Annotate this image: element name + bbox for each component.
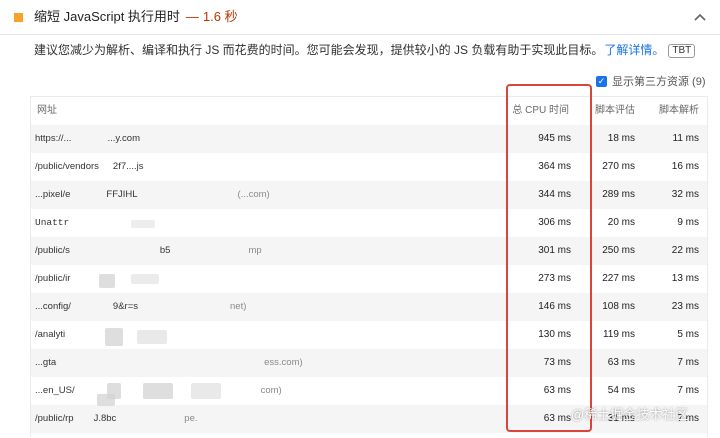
row-eval: 250 ms	[602, 245, 635, 256]
table-row: ...gta ess.com) 73 ms 63 ms 7 ms	[31, 349, 707, 377]
row-parse: 23 ms	[671, 301, 699, 312]
table-row: ...pixel/e FFJIHL (...com) 344 ms 289 ms 3…	[31, 181, 707, 209]
tbt-badge: TBT	[668, 44, 696, 58]
redaction-blur	[107, 383, 121, 399]
row-url[interactable]: ...pixel/e FFJIHL (...com)	[35, 181, 270, 209]
row-url[interactable]: /public/s b5 mp	[35, 237, 262, 265]
audit-header[interactable]: 缩短 JavaScript 执行用时 —1.6 秒	[0, 0, 720, 35]
row-eval: 54 ms	[607, 385, 635, 396]
checkbox-checked-icon[interactable]: ✓	[596, 76, 607, 87]
row-parse: 13 ms	[671, 273, 699, 284]
row-eval: 119 ms	[602, 329, 635, 340]
table-row: /public/s b5 mp 301 ms 250 ms 22 ms	[31, 237, 707, 265]
watermark: @稀土掘金技术社区	[571, 407, 689, 422]
table-row: https://... ...y.com 945 ms 18 ms 11 ms	[31, 125, 707, 153]
row-eval: 63 ms	[607, 357, 635, 368]
row-parse: 22 ms	[671, 245, 699, 256]
row-url[interactable]: /public/ir	[35, 265, 70, 293]
table-row: ...config/9&r=s net) 146 ms 108 ms 23 ms	[31, 293, 707, 321]
row-url[interactable]: https://... ...y.com	[35, 125, 140, 153]
table-row: /analyti 130 ms 119 ms 5 ms	[31, 321, 707, 349]
header-url: 网址	[37, 105, 57, 116]
audit-title-line: 缩短 JavaScript 执行用时 —1.6 秒	[34, 9, 238, 25]
audit-separator: —	[185, 9, 199, 24]
redaction-blur	[143, 383, 173, 399]
row-eval: 108 ms	[602, 301, 635, 312]
row-url[interactable]: Unattr	[35, 209, 69, 237]
row-url[interactable]: ...config/9&r=s net)	[35, 293, 246, 321]
header-script-eval: 脚本评估	[595, 105, 635, 116]
row-parse: 9 ms	[677, 217, 699, 228]
row-eval: 289 ms	[602, 189, 635, 200]
row-parse: 16 ms	[671, 161, 699, 172]
results-table: 网址 总 CPU 时间 脚本评估 脚本解析 https://... ...y.co…	[30, 96, 708, 437]
warning-square-icon	[14, 13, 23, 22]
row-url[interactable]: /analyti	[35, 321, 65, 349]
audit-description-line: 建议您减少为解析、编译和执行 JS 而花费的时间。您可能会发现，提供较小的 JS…	[34, 42, 696, 58]
row-parse: 11 ms	[672, 133, 700, 144]
cpu-column-highlight	[506, 84, 592, 432]
chevron-up-icon[interactable]	[693, 12, 707, 22]
row-eval: 270 ms	[602, 161, 635, 172]
row-url[interactable]: /public/vendors 2f7....js	[35, 153, 144, 181]
row-parse: 7 ms	[677, 357, 699, 368]
third-party-label: 显示第三方资源 (9)	[612, 76, 706, 88]
row-eval: 20 ms	[607, 217, 635, 228]
row-url[interactable]: ...gta ess.com)	[35, 349, 303, 377]
redaction-blur	[99, 274, 115, 288]
row-url[interactable]: /public/rp J.8bc pe.	[35, 405, 198, 433]
row-eval: 227 ms	[602, 273, 635, 284]
header-script-parse: 脚本解析	[659, 105, 699, 116]
redaction-blur	[131, 220, 155, 228]
row-parse: 5 ms	[677, 329, 699, 340]
redaction-blur	[131, 274, 159, 284]
row-parse: 7 ms	[677, 385, 699, 396]
audit-value: 1.6 秒	[202, 9, 238, 24]
audit-description: 建议您减少为解析、编译和执行 JS 而花费的时间。您可能会发现，提供较小的 JS…	[34, 43, 604, 57]
row-eval: 18 ms	[607, 133, 635, 144]
table-row: ...en_US/com) 63 ms 54 ms 7 ms	[31, 377, 707, 405]
learn-more-link[interactable]: 了解详情。	[604, 43, 664, 57]
row-parse: 32 ms	[671, 189, 699, 200]
audit-title: 缩短 JavaScript 执行用时	[34, 9, 180, 24]
redaction-blur	[137, 330, 167, 344]
redaction-blur	[105, 328, 123, 346]
table-row: /public/vendors 2f7....js 364 ms 270 ms 1…	[31, 153, 707, 181]
redaction-blur	[191, 383, 221, 399]
